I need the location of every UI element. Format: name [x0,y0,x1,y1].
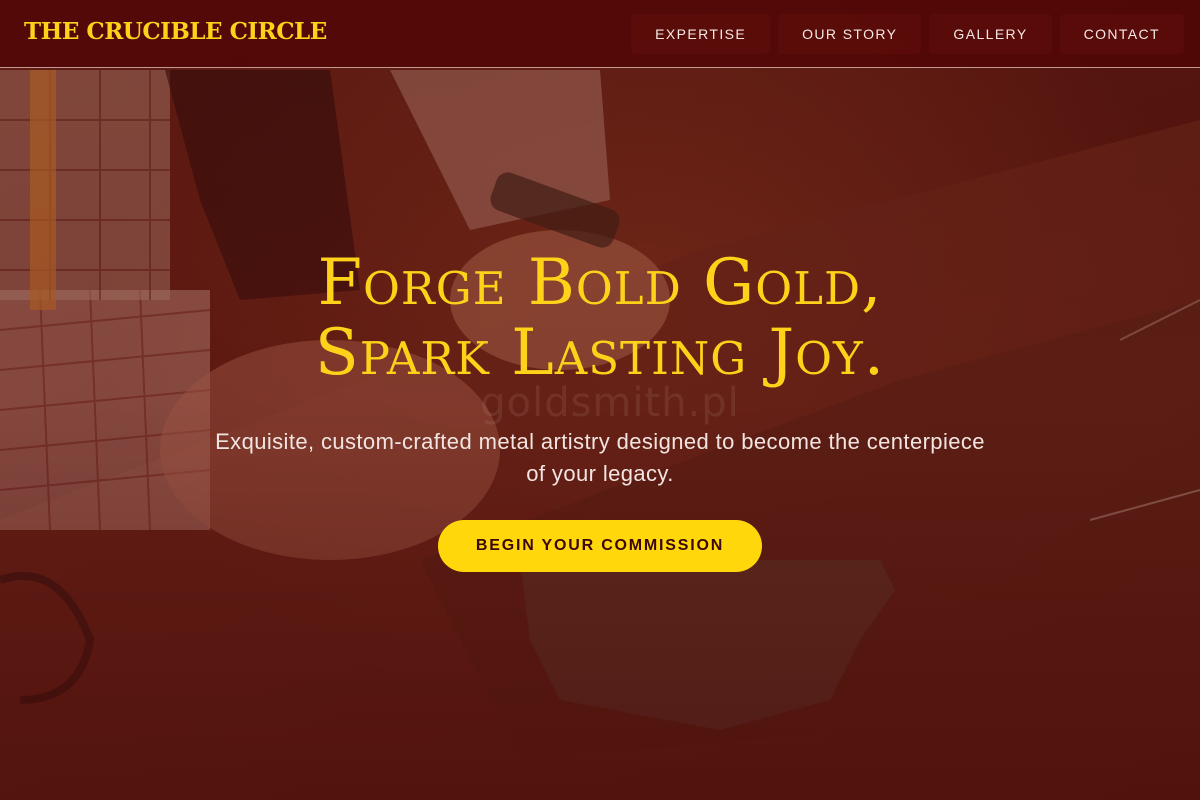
nav-link-our-story[interactable]: OUR STORY [778,14,922,54]
hero-title-line-2: Spark Lasting Joy. [314,316,886,390]
nav-link-expertise[interactable]: EXPERTISE [631,14,771,54]
begin-commission-button[interactable]: BEGIN YOUR COMMISSION [438,520,762,572]
nav-link-gallery[interactable]: GALLERY [929,14,1052,54]
hero-title-line-1: Forge Bold Gold, [317,246,883,320]
hero-subtitle: Exquisite, custom-crafted metal artistry… [215,429,985,486]
hero-title: Forge Bold Gold, Spark Lasting Joy. [0,248,1200,388]
brand-logo[interactable]: THE CRUCIBLE CIRCLE [24,18,327,45]
nav-link-contact[interactable]: CONTACT [1059,14,1184,54]
main-nav: EXPERTISE OUR STORY GALLERY CONTACT [631,14,1184,54]
site-header: THE CRUCIBLE CIRCLE EXPERTISE OUR STORY … [0,0,1200,68]
hero-section: Forge Bold Gold, Spark Lasting Joy. Exqu… [0,248,1200,572]
